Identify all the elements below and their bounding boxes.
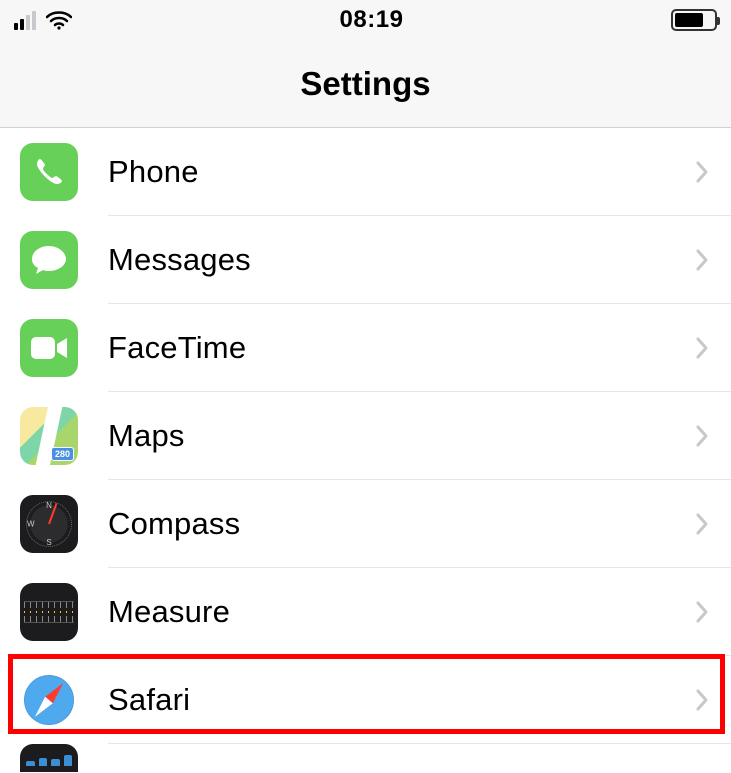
chevron-right-icon [695,160,709,184]
compass-icon: NWS [20,495,78,553]
row-compass[interactable]: NWS Compass [0,480,731,568]
battery-icon [671,9,717,31]
row-facetime[interactable]: FaceTime [0,304,731,392]
chevron-right-icon [695,600,709,624]
status-left [14,10,72,30]
wifi-icon [46,10,72,30]
chevron-right-icon [695,512,709,536]
chevron-right-icon [695,688,709,712]
facetime-icon [20,319,78,377]
row-label: Messages [108,242,251,278]
chevron-right-icon [695,336,709,360]
row-maps[interactable]: Maps [0,392,731,480]
row-partial[interactable] [0,744,731,772]
row-label: Phone [108,154,199,190]
measure-icon [20,583,78,641]
status-right [671,9,717,31]
status-bar: 08:19 [0,0,731,40]
row-label: Safari [108,682,190,718]
maps-icon [20,407,78,465]
row-phone[interactable]: Phone [0,128,731,216]
messages-icon [20,231,78,289]
row-measure[interactable]: Measure [0,568,731,656]
phone-icon [20,143,78,201]
header: Settings [0,40,731,128]
page-title: Settings [300,65,430,103]
row-label: Maps [108,418,185,454]
chevron-right-icon [695,248,709,272]
cellular-signal-icon [14,10,36,30]
row-label: Measure [108,594,230,630]
chevron-right-icon [695,424,709,448]
row-safari[interactable]: Safari [0,656,731,744]
safari-icon [20,671,78,729]
row-label: FaceTime [108,330,246,366]
row-label: Compass [108,506,240,542]
row-messages[interactable]: Messages [0,216,731,304]
stocks-icon [20,744,78,772]
status-time: 08:19 [340,6,404,34]
settings-list[interactable]: Phone Messages FaceTime Maps NWS [0,128,731,772]
